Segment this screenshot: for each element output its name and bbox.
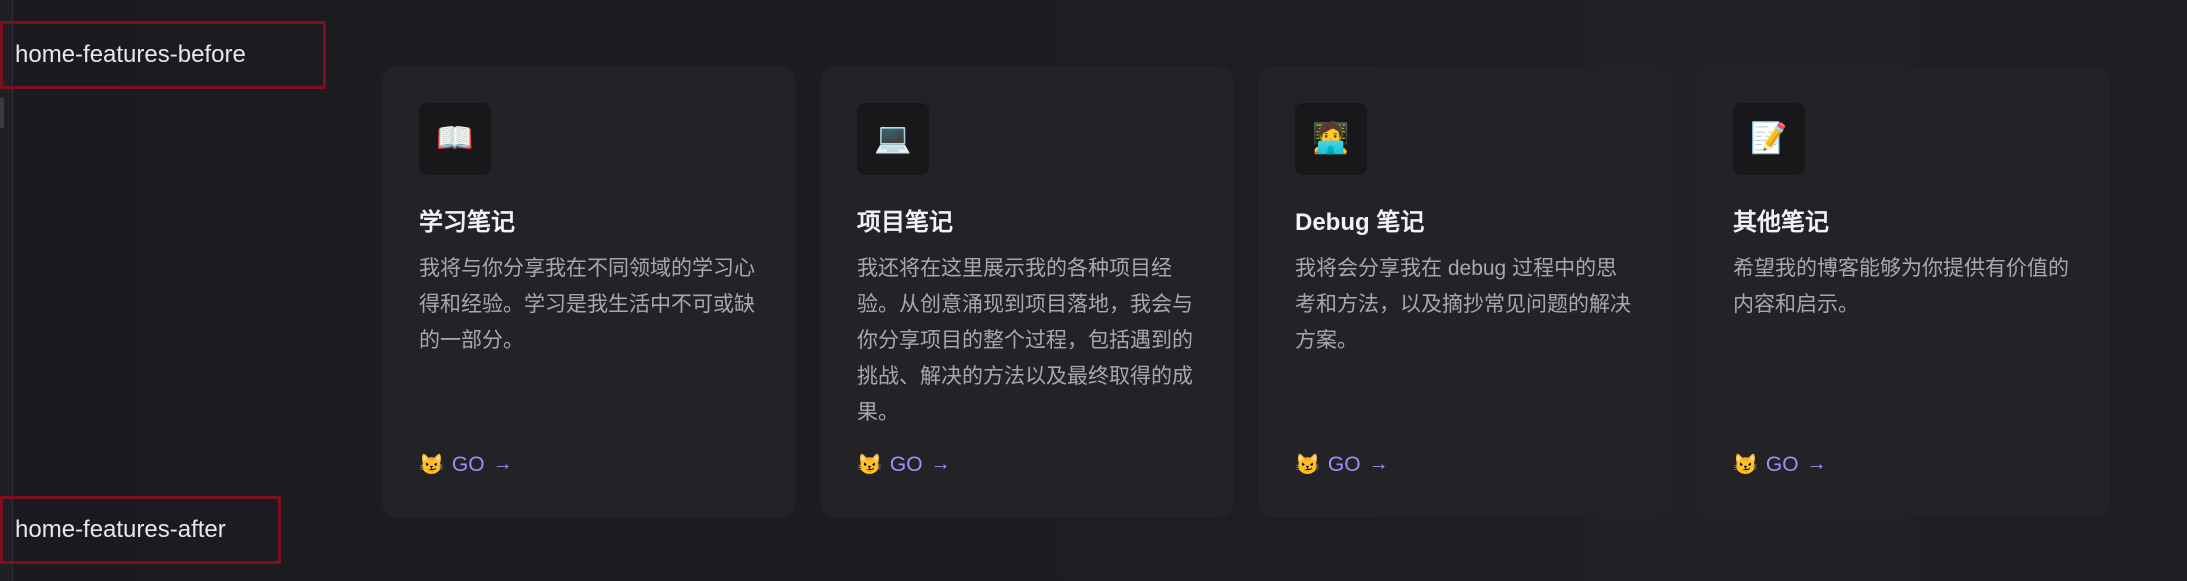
rail-notch bbox=[0, 98, 4, 128]
cat-face-icon: 😼 bbox=[1733, 454, 1758, 476]
go-link-text[interactable]: GO bbox=[890, 453, 923, 477]
cat-face-icon: 😼 bbox=[1295, 454, 1320, 476]
go-link-text[interactable]: GO bbox=[1766, 453, 1799, 477]
cat-face-icon: 😼 bbox=[857, 454, 882, 476]
feature-title: 学习笔记 bbox=[419, 209, 515, 236]
go-link-text[interactable]: GO bbox=[1328, 453, 1361, 477]
page: home-features-before 📖 学习笔记 我将与你分享我在不同领域… bbox=[0, 0, 2187, 581]
feature-title: 项目笔记 bbox=[857, 209, 953, 236]
technologist-icon: 🧑‍💻 bbox=[1295, 103, 1367, 175]
arrow-right-icon: → bbox=[930, 453, 951, 475]
home-features-before-slot: home-features-before bbox=[0, 21, 326, 89]
feature-details: 我还将在这里展示我的各种项目经验。从创意涌现到项目落地，我会与你分享项目的整个过… bbox=[857, 257, 1193, 424]
feature-go-link[interactable]: 😼 GO → bbox=[1295, 452, 1389, 477]
feature-go-link[interactable]: 😼 GO → bbox=[1733, 452, 1827, 477]
arrow-right-icon: → bbox=[1368, 453, 1389, 475]
feature-card-study[interactable]: 📖 学习笔记 我将与你分享我在不同领域的学习心得和经验。学习是我生活中不可或缺的… bbox=[382, 66, 796, 518]
cat-face-icon: 😼 bbox=[419, 454, 444, 476]
feature-go-link[interactable]: 😼 GO → bbox=[419, 452, 513, 477]
laptop-icon: 💻 bbox=[857, 103, 929, 175]
feature-go-link[interactable]: 😼 GO → bbox=[857, 452, 951, 477]
feature-card-other[interactable]: 📝 其他笔记 希望我的博客能够为你提供有价值的内容和启示。 😼 GO → bbox=[1696, 66, 2110, 518]
feature-title: Debug 笔记 bbox=[1295, 209, 1425, 236]
home-features: 📖 学习笔记 我将与你分享我在不同领域的学习心得和经验。学习是我生活中不可或缺的… bbox=[382, 66, 2110, 518]
arrow-right-icon: → bbox=[1806, 453, 1827, 475]
arrow-right-icon: → bbox=[492, 453, 513, 475]
memo-icon: 📝 bbox=[1733, 103, 1805, 175]
home-features-after-slot: home-features-after bbox=[0, 496, 281, 564]
feature-card-debug[interactable]: 🧑‍💻 Debug 笔记 我将会分享我在 debug 过程中的思考和方法，以及摘… bbox=[1258, 66, 1672, 518]
feature-title: 其他笔记 bbox=[1733, 209, 1829, 236]
go-link-text[interactable]: GO bbox=[452, 453, 485, 477]
feature-card-project[interactable]: 💻 项目笔记 我还将在这里展示我的各种项目经验。从创意涌现到项目落地，我会与你分… bbox=[820, 66, 1234, 518]
feature-details: 我将与你分享我在不同领域的学习心得和经验。学习是我生活中不可或缺的一部分。 bbox=[419, 257, 755, 352]
feature-details: 希望我的博客能够为你提供有价值的内容和启示。 bbox=[1733, 257, 2069, 316]
feature-details: 我将会分享我在 debug 过程中的思考和方法，以及摘抄常见问题的解决方案。 bbox=[1295, 257, 1631, 352]
open-book-icon: 📖 bbox=[419, 103, 491, 175]
